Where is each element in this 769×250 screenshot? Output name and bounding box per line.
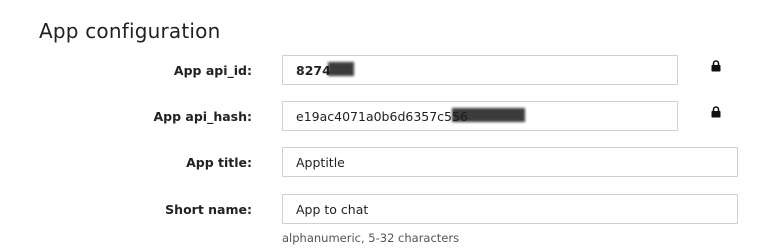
api-hash-value: e19ac4071a0b6d6357c556 <box>296 109 468 124</box>
short-name-input[interactable]: App to chat <box>282 194 738 224</box>
app-configuration-page: App configuration App api_id: 8274 App a… <box>0 0 769 250</box>
page-title: App configuration <box>39 19 221 43</box>
app-title-label: App title: <box>186 155 252 170</box>
redaction-mark <box>452 108 525 122</box>
api-id-field[interactable]: 8274 <box>282 55 678 85</box>
app-title-input[interactable]: Apptitle <box>282 147 738 177</box>
api-hash-field[interactable]: e19ac4071a0b6d6357c556 <box>282 101 678 131</box>
api-id-value: 8274 <box>296 63 331 78</box>
api-hash-label: App api_hash: <box>153 109 252 124</box>
app-title-value: Apptitle <box>296 155 345 170</box>
short-name-label: Short name: <box>165 202 252 217</box>
redaction-mark <box>328 62 354 76</box>
lock-icon <box>711 60 721 72</box>
lock-icon <box>711 106 721 118</box>
short-name-hint: alphanumeric, 5-32 characters <box>282 231 460 245</box>
api-id-label: App api_id: <box>173 63 252 78</box>
short-name-value: App to chat <box>296 202 369 217</box>
